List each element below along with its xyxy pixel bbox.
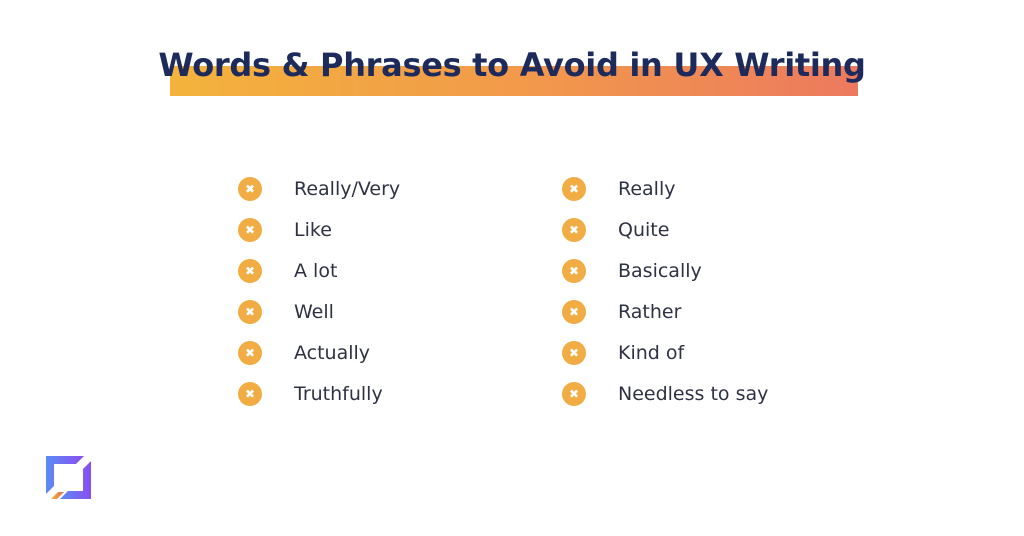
list-item: ✖ Basically — [562, 250, 768, 291]
list-item-label: Rather — [618, 300, 682, 323]
x-circle-icon: ✖ — [238, 299, 262, 324]
list-item: ✖ Truthfully — [238, 373, 400, 414]
list-item-label: Like — [294, 218, 332, 241]
x-circle-icon: ✖ — [562, 258, 586, 283]
list-item: ✖ Actually — [238, 332, 400, 373]
x-circle-icon: ✖ — [562, 217, 586, 242]
list-item: ✖ Really — [562, 168, 768, 209]
list-item-label: Kind of — [618, 341, 685, 364]
list-item-label: Really/Very — [294, 177, 401, 200]
list-item-label: Actually — [294, 341, 371, 364]
list-item: ✖ Really/Very — [238, 168, 400, 209]
list-item-label: Truthfully — [294, 382, 383, 405]
list-item: ✖ Needless to say — [562, 373, 768, 414]
right-word-list: ✖ Really ✖ Quite ✖ Basically ✖ Rather ✖ Kind … — [562, 168, 768, 414]
list-item-label: Well — [294, 300, 334, 323]
list-item-label: Quite — [618, 218, 670, 241]
x-circle-icon: ✖ — [562, 381, 586, 406]
list-item: ✖ Well — [238, 291, 400, 332]
list-item-label: A lot — [294, 259, 338, 282]
x-circle-icon: ✖ — [238, 176, 262, 201]
list-item: ✖ A lot — [238, 250, 400, 291]
list-item-label: Basically — [618, 259, 702, 282]
list-item: ✖ Quite — [562, 209, 768, 250]
x-circle-icon: ✖ — [562, 176, 586, 201]
x-circle-icon: ✖ — [238, 381, 262, 406]
x-circle-icon: ✖ — [562, 299, 586, 324]
list-item: ✖ Kind of — [562, 332, 768, 373]
x-circle-icon: ✖ — [562, 340, 586, 365]
x-circle-icon: ✖ — [238, 258, 262, 283]
list-item-label: Really — [618, 177, 676, 200]
brand-logo-icon — [46, 456, 91, 499]
left-word-list: ✖ Really/Very ✖ Like ✖ A lot ✖ Well ✖ Actuall… — [238, 168, 400, 414]
list-item: ✖ Like — [238, 209, 400, 250]
list-item-label: Needless to say — [618, 382, 769, 405]
page-title: Words & Phrases to Avoid in UX Writing — [158, 46, 866, 84]
x-circle-icon: ✖ — [238, 340, 262, 365]
list-item: ✖ Rather — [562, 291, 768, 332]
x-circle-icon: ✖ — [238, 217, 262, 242]
